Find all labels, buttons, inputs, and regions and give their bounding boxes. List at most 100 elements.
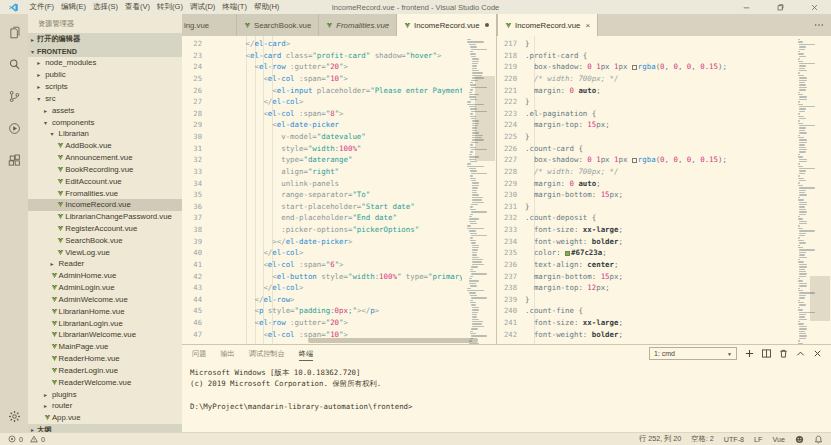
minimap-line <box>469 44 477 45</box>
tab-SearchBook.vue[interactable]: SearchBook.vue <box>237 14 319 36</box>
status-item-3[interactable]: LF <box>754 435 762 444</box>
panel-tab-问题[interactable]: 问题 <box>192 347 206 361</box>
minimap-line <box>799 314 806 315</box>
menu-item-0[interactable]: 文件(F) <box>26 2 58 12</box>
tree-item-Fromalities.vue[interactable]: Fromalities.vue <box>28 187 182 199</box>
terminal-select[interactable]: 1: cmd▼ <box>649 347 737 360</box>
section-folder-frontend[interactable]: ▾FRONTEND <box>28 45 182 57</box>
panel-tab-终端[interactable]: 终端 <box>299 347 313 361</box>
tab-ing.vue[interactable]: ing.vue <box>182 14 237 36</box>
tab-IncomeRecord.vue[interactable]: IncomeRecord.vue <box>397 14 496 36</box>
minimize-button[interactable] <box>729 0 763 14</box>
tree-item-src[interactable]: ▾src <box>28 92 182 104</box>
tree-item-ViewLog.vue[interactable]: ViewLog.vue <box>28 246 182 258</box>
tab-IncomeRecord.vue[interactable]: IncomeRecord.vue× <box>498 14 598 36</box>
more-actions-icon[interactable] <box>814 20 824 30</box>
scrollbar-vertical-left[interactable] <box>488 36 496 344</box>
tree-item-AdminHome.vue[interactable]: AdminHome.vue <box>28 270 182 282</box>
split-terminal-icon[interactable] <box>762 349 771 358</box>
code-line: <el-card class="profit-card" shadow="hov… <box>210 50 462 62</box>
tree-item-IncomeRecord.vue[interactable]: IncomeRecord.vue <box>28 199 182 211</box>
minimap-line <box>472 323 482 324</box>
notifications-bell-icon[interactable] <box>814 435 823 444</box>
menu-item-6[interactable]: 终端(T) <box>219 2 251 12</box>
tree-item-LibrarianHome.vue[interactable]: LibrarianHome.vue <box>28 305 182 317</box>
tree-item-plugins[interactable]: ▸plugins <box>28 388 182 400</box>
minimap-line <box>799 111 805 112</box>
status-item-2[interactable]: UTF-8 <box>724 435 744 444</box>
tree-item-ReaderLogin.vue[interactable]: ReaderLogin.vue <box>28 365 182 377</box>
search-icon[interactable] <box>0 48 28 80</box>
explorer-icon[interactable] <box>0 16 28 48</box>
errors-icon[interactable] <box>8 435 16 443</box>
minimap-line <box>470 89 473 90</box>
tree-item-Reader[interactable]: ▸Reader <box>28 258 182 270</box>
restore-button[interactable] <box>763 0 797 14</box>
tree-item-App.vue[interactable]: App.vue <box>28 412 182 424</box>
tree-item-LibrarianChangePassword.vue[interactable]: LibrarianChangePassword.vue <box>28 211 182 223</box>
tree-item-label: SearchBook.vue <box>65 236 122 245</box>
tree-item-components[interactable]: ▾components <box>28 116 182 128</box>
minimap-line <box>799 68 805 69</box>
tree-item-MainPage.vue[interactable]: MainPage.vue <box>28 341 182 353</box>
tree-item-router[interactable]: ▸router <box>28 400 182 412</box>
tree-item-LibrarianWelcome.vue[interactable]: LibrarianWelcome.vue <box>28 329 182 341</box>
menu-item-1[interactable]: 编辑(E) <box>58 2 90 12</box>
run-debug-icon[interactable] <box>0 112 28 144</box>
tree-item-AdminWelcome.vue[interactable]: AdminWelcome.vue <box>28 294 182 306</box>
tree-item-public[interactable]: ▸public <box>28 69 182 81</box>
minimap-line <box>472 316 477 317</box>
close-panel-icon[interactable] <box>813 349 822 358</box>
manage-gear-icon[interactable] <box>0 400 28 432</box>
tree-item-label: LibrarianLogin.vue <box>59 319 123 328</box>
close-tab-icon[interactable]: × <box>585 21 590 30</box>
menu-item-5[interactable]: 调试(D) <box>186 2 218 12</box>
code-editor-right[interactable]: }.profit-card { box-shadow: 0 1px 1px rg… <box>525 36 797 344</box>
line-number: 42 <box>182 271 202 283</box>
tree-item-ReaderHome.vue[interactable]: ReaderHome.vue <box>28 353 182 365</box>
minimap-line <box>470 178 477 179</box>
status-bar: 0 0 行 252, 列 20空格: 2UTF-8LFVue <box>0 432 831 445</box>
section-open-editors[interactable]: ▸打开的编辑器 <box>28 33 182 45</box>
status-item-4[interactable]: Vue <box>772 435 785 444</box>
tab-label: ing.vue <box>184 21 209 30</box>
feedback-smiley-icon[interactable] <box>795 435 804 444</box>
tree-item-RegisterAccount.vue[interactable]: RegisterAccount.vue <box>28 223 182 235</box>
tree-item-LibrarianLogin.vue[interactable]: LibrarianLogin.vue <box>28 317 182 329</box>
menu-item-7[interactable]: 帮助(H) <box>250 2 282 12</box>
scrollbar-horizontal-left[interactable] <box>218 338 455 343</box>
menu-item-3[interactable]: 查看(V) <box>122 2 154 12</box>
tree-item-AddBook.vue[interactable]: AddBook.vue <box>28 140 182 152</box>
tree-item-scripts[interactable]: ▸scripts <box>28 81 182 93</box>
extensions-icon[interactable] <box>0 144 28 176</box>
menu-item-2[interactable]: 选择(S) <box>90 2 122 12</box>
tree-item-SearchBook.vue[interactable]: SearchBook.vue <box>28 234 182 246</box>
minimap-line <box>470 271 477 272</box>
kill-terminal-icon[interactable] <box>779 349 788 358</box>
tree-item-assets[interactable]: ▸assets <box>28 104 182 116</box>
tree-item-BookRecording.vue[interactable]: BookRecording.vue <box>28 163 182 175</box>
tree-item-EditAccount.vue[interactable]: EditAccount.vue <box>28 175 182 187</box>
source-control-icon[interactable] <box>0 80 28 112</box>
scrollbar-vertical-right[interactable] <box>823 36 831 344</box>
new-terminal-icon[interactable] <box>745 349 754 358</box>
maximize-panel-icon[interactable] <box>796 349 805 358</box>
menu-item-4[interactable]: 转到(G) <box>154 2 187 12</box>
code-editor-left[interactable]: </el-card> <el-card class="profit-card" … <box>210 36 462 344</box>
tab-Fromalities.vue[interactable]: Fromalities.vue <box>319 14 397 36</box>
section-outline-label: 大纲 <box>37 425 51 432</box>
close-button[interactable] <box>797 0 831 14</box>
tree-item-Announcement.vue[interactable]: Announcement.vue <box>28 152 182 164</box>
panel-tab-调试控制台[interactable]: 调试控制台 <box>249 347 285 361</box>
section-outline[interactable]: ▸大纲 <box>28 424 182 432</box>
status-item-1[interactable]: 空格: 2 <box>691 434 713 444</box>
terminal-output[interactable]: Microsoft Windows [版本 10.0.18362.720](c)… <box>182 362 831 412</box>
panel-tab-输出[interactable]: 输出 <box>220 347 234 361</box>
code-line: range-separator="To" <box>210 189 462 201</box>
status-item-0[interactable]: 行 252, 列 20 <box>639 434 681 444</box>
warnings-icon[interactable] <box>30 435 38 443</box>
tree-item-AdminLogin.vue[interactable]: AdminLogin.vue <box>28 282 182 294</box>
tree-item-Librarian[interactable]: ▾Librarian <box>28 128 182 140</box>
tree-item-node_modules[interactable]: ▸node_modules <box>28 57 182 69</box>
tree-item-ReaderWelcome.vue[interactable]: ReaderWelcome.vue <box>28 376 182 388</box>
